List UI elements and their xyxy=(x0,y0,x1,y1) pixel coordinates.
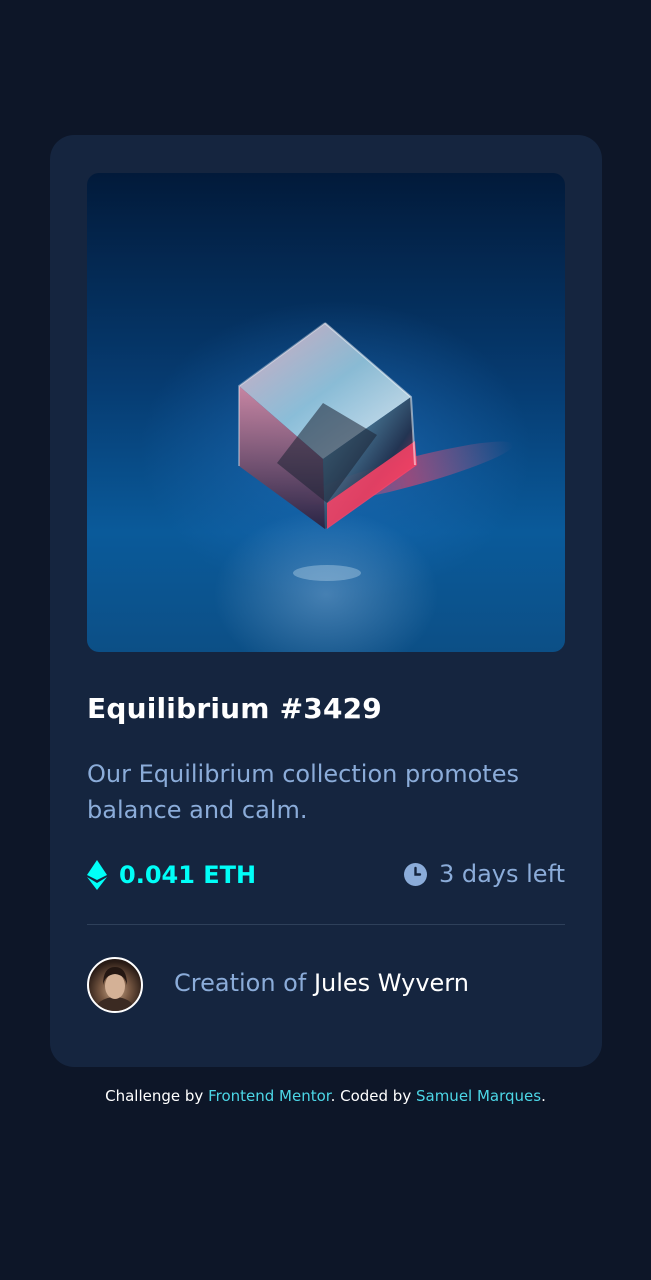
attribution-prefix: Challenge by xyxy=(105,1087,204,1105)
ethereum-icon xyxy=(87,860,107,890)
nft-card: Equilibrium #3429 Our Equilibrium collec… xyxy=(50,135,602,1067)
card-title[interactable]: Equilibrium #3429 xyxy=(87,692,382,725)
creator-link[interactable]: Jules Wyvern xyxy=(314,969,469,997)
attribution-middle: . Coded by xyxy=(330,1087,412,1105)
time-left-text: 3 days left xyxy=(438,860,565,888)
card-description: Our Equilibrium collection promotes bala… xyxy=(87,760,519,824)
divider xyxy=(87,924,565,925)
avatar xyxy=(87,957,143,1013)
time-left: 3 days left xyxy=(403,860,565,888)
frontend-mentor-link[interactable]: Frontend Mentor xyxy=(208,1087,331,1105)
price: 0.041 ETH xyxy=(87,860,256,890)
cube-illustration xyxy=(238,322,514,581)
attribution: Challenge by Frontend Mentor. Coded by S… xyxy=(0,1087,651,1105)
author-link[interactable]: Samuel Marques xyxy=(416,1087,541,1105)
price-value: 0.041 ETH xyxy=(119,861,257,889)
clock-icon xyxy=(403,862,427,886)
creation-line: Creation of Jules Wyvern xyxy=(174,969,469,997)
creation-prefix: Creation of xyxy=(174,969,307,997)
nft-image[interactable] xyxy=(87,173,565,652)
attribution-suffix: . xyxy=(541,1087,546,1105)
